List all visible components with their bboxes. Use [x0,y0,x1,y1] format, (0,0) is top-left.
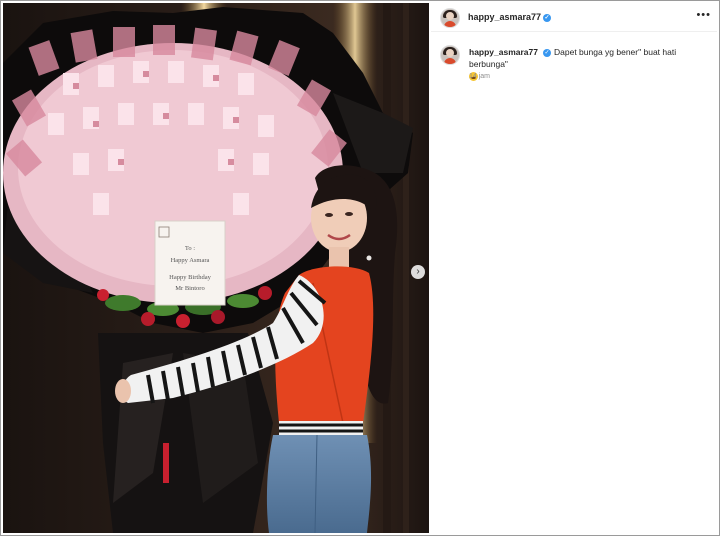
card-line4: Mr Bintoro [175,285,204,292]
verified-badge-icon: ✓ [543,13,552,22]
caption-avatar[interactable] [440,45,460,65]
post-side-panel: happy_asmara77 ✓ ••• happy_asmara77 ✓ Dapet… [431,3,717,533]
card-line2: Happy Asmara [171,257,210,264]
photo-illustration: To : Happy Asmara Happy Birthday Mr Bint… [3,3,429,533]
verified-badge-icon: ✓ [543,48,551,57]
post-header: happy_asmara77 ✓ ••• [431,3,717,32]
post-dialog: To : Happy Asmara Happy Birthday Mr Bint… [0,0,720,536]
card-line1: To : [185,245,195,252]
caption-username[interactable]: happy_asmara77 [469,47,538,57]
ellipsis-icon[interactable]: ••• [696,10,711,21]
header-username[interactable]: happy_asmara77 [468,12,541,22]
card-line3: Happy Birthday [169,274,211,281]
carousel-indicator [203,529,227,533]
post-photo[interactable]: To : Happy Asmara Happy Birthday Mr Bint… [3,3,429,533]
header-username-row: happy_asmara77 ✓ [468,12,552,22]
chevron-right-icon[interactable]: › [411,265,425,279]
avatar[interactable] [440,8,460,28]
post-timestamp[interactable]: 14 jam [469,73,490,80]
caption: happy_asmara77 ✓ Dapet bunga yg bener" bua… [469,46,709,82]
